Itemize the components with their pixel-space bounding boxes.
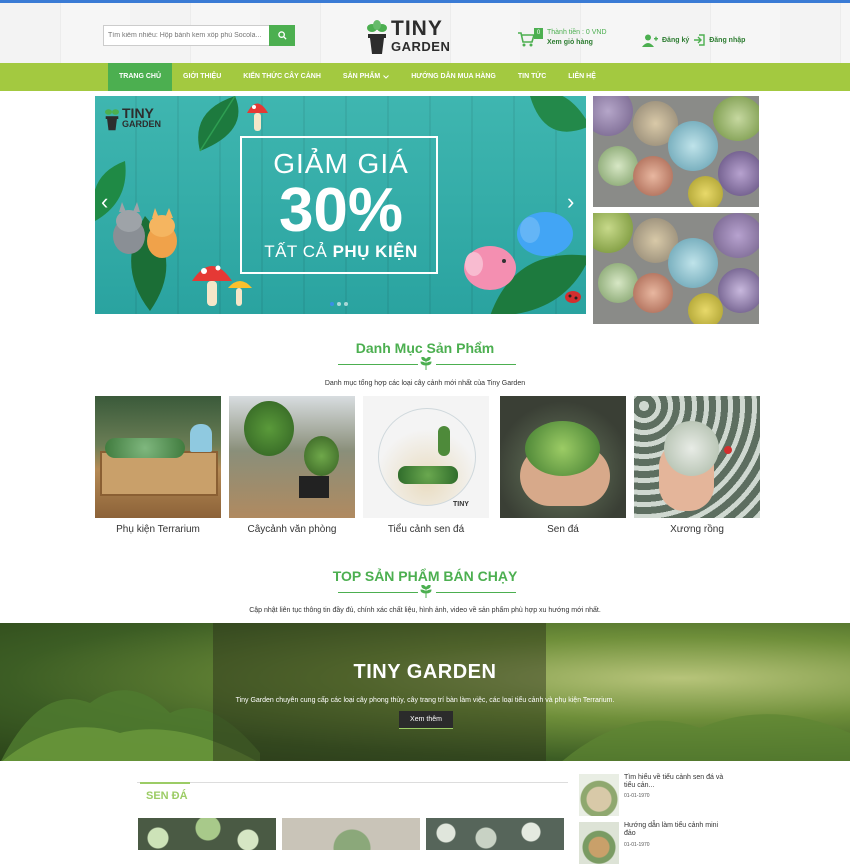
top-products-subtitle: Cập nhật liên tục thông tin đầy đủ, chín… [249, 607, 601, 614]
banner-subline: TẤT CẢ PHỤ KIỆN [242, 242, 440, 262]
banner-subline-b: PHỤ KIỆN [332, 242, 418, 261]
mushroom-illustration [247, 103, 268, 131]
news-item[interactable]: Tìm hiểu về tiểu cảnh sen đá và tiểu cản… [579, 774, 729, 818]
category-label: Sen đá [547, 524, 579, 535]
nav-items: TRANG CHỦ GIỚI THIỆU KIẾN THỨC CÂY CẢNH … [108, 63, 607, 91]
category-card[interactable]: Sen đá [500, 396, 626, 535]
read-more-button[interactable]: Xem thêm [399, 711, 453, 729]
add-user-icon [642, 34, 658, 47]
search-input[interactable] [104, 26, 271, 45]
leaf-icon [420, 585, 432, 598]
register-link[interactable]: Đăng ký [662, 37, 689, 44]
slider-next-arrow[interactable]: › [567, 191, 574, 213]
news-date: 01-01-1970 [624, 842, 650, 848]
category-image [500, 396, 626, 518]
side-banner-top[interactable] [593, 96, 759, 207]
plant-pot-icon [367, 20, 387, 54]
logo-text: TINY GARDEN [391, 18, 450, 53]
category-image: TINY [363, 396, 489, 518]
section-divider [0, 357, 850, 371]
cart-total: Thành tiền : 0 VND [547, 29, 607, 36]
product-thumbnail[interactable] [426, 818, 564, 850]
banner-logo-line-2: GARDEN [122, 119, 162, 129]
leaf-icon [420, 357, 432, 370]
product-thumbnail[interactable] [138, 818, 276, 850]
account-links: Đăng ký Đăng nhập [642, 32, 745, 48]
news-title[interactable]: Tìm hiểu về tiểu cảnh sen đá và tiểu cản… [624, 774, 724, 790]
search-button[interactable] [269, 25, 295, 46]
cat-toy-illustration [113, 202, 177, 258]
search-icon [277, 31, 287, 40]
category-card[interactable]: TINY Tiểu cảnh sen đá [363, 396, 489, 535]
category-label: Xương rồng [670, 524, 724, 535]
category-image [95, 396, 221, 518]
slider-prev-arrow[interactable]: ‹ [101, 191, 108, 213]
main-nav: TRANG CHỦ GIỚI THIỆU KIẾN THỨC CÂY CẢNH … [0, 63, 850, 91]
sign-in-icon [694, 34, 705, 46]
hero-title: TINY GARDEN [353, 661, 497, 683]
slider-dot[interactable] [337, 302, 341, 306]
nav-item-products[interactable]: SẢN PHẨM [332, 63, 400, 91]
news-thumbnail [579, 774, 619, 816]
categories-subtitle: Danh mục tổng hợp các loại cây cảnh mới … [324, 380, 526, 387]
banner-promo-frame: GIẢM GIÁ 30% TẤT CẢ PHỤ KIỆN [240, 136, 438, 274]
news-item[interactable]: Hướng dẫn làm tiểu cảnh mini đảo 01-01-1… [579, 822, 729, 866]
category-label: Phụ kiện Terrarium [116, 524, 200, 535]
nav-item-about[interactable]: GIỚI THIỆU [172, 63, 232, 91]
news-date: 01-01-1970 [624, 793, 650, 799]
category-card[interactable]: Xương rồng [634, 396, 760, 535]
nav-item-news[interactable]: TIN TỨC [507, 63, 557, 91]
foliage-decoration [562, 714, 850, 761]
tab-active-indicator [140, 782, 190, 784]
cart-widget[interactable]: 0 Thành tiền : 0 VND Xem giỏ hàng [517, 28, 627, 52]
slider-dot[interactable] [344, 302, 348, 306]
side-banner-bottom[interactable] [593, 213, 759, 324]
about-hero: TINY GARDEN Tiny Garden chuyên cung cấp … [0, 623, 850, 761]
leaf-decoration [530, 96, 586, 132]
logo-line-1: TINY [391, 17, 443, 40]
category-card[interactable]: Câycảnh văn phòng [229, 396, 355, 535]
categories-title: Danh Mục Sản Phẩm [355, 340, 495, 356]
banner-discount: 30% [278, 176, 404, 245]
hero-overlay [213, 623, 546, 761]
ladybug-illustration [565, 291, 581, 303]
plant-pot-icon [105, 109, 119, 131]
hero-description: Tiny Garden chuyên cung cấp các loại cây… [235, 697, 615, 704]
category-label: Câycảnh văn phòng [247, 524, 337, 535]
nav-item-knowledge[interactable]: KIẾN THỨC CÂY CẢNH [232, 63, 332, 91]
top-products-title: TOP SẢN PHẨM BÁN CHẠY [332, 568, 518, 584]
cart-count-badge: 0 [534, 28, 543, 39]
promo-banner[interactable]: TINY GARDEN GIẢM GIÁ 30% TẤT CẢ PHỤ KIỆN… [95, 96, 586, 314]
category-label: Tiểu cảnh sen đá [387, 524, 465, 535]
banner-logo-line-1: TINY [122, 105, 154, 121]
news-thumbnail [579, 822, 619, 864]
tab-divider [137, 782, 568, 783]
slider-dot[interactable] [330, 302, 334, 306]
logo-line-2: GARDEN [391, 39, 451, 54]
cart-icon [518, 32, 535, 47]
tab-sen-da[interactable]: SEN ĐÁ [146, 790, 188, 802]
slider-dots [330, 302, 348, 306]
login-link[interactable]: Đăng nhập [709, 37, 745, 44]
nav-item-products-label: SẢN PHẨM [342, 73, 381, 80]
product-thumbnail[interactable] [282, 818, 420, 850]
view-cart-link[interactable]: Xem giỏ hàng [547, 39, 593, 46]
nav-item-home[interactable]: TRANG CHỦ [108, 63, 172, 91]
nav-item-contact[interactable]: LIÊN HỆ [557, 63, 607, 91]
category-card[interactable]: Phụ kiện Terrarium [95, 396, 221, 535]
category-image [634, 396, 760, 518]
nav-item-buying-guide[interactable]: HƯỚNG DẪN MUA HÀNG [400, 63, 507, 91]
news-title[interactable]: Hướng dẫn làm tiểu cảnh mini đảo [624, 822, 724, 838]
site-header: TINY GARDEN 0 Thành tiền : 0 VND Xem giỏ… [0, 3, 850, 63]
search-box [103, 25, 295, 46]
category-image [229, 396, 355, 518]
elephant-toy-illustration [464, 212, 573, 290]
chevron-down-icon [383, 75, 390, 79]
banner-subline-a: TẤT CẢ [264, 242, 333, 261]
site-logo[interactable]: TINY GARDEN [365, 18, 450, 60]
section-divider [0, 585, 850, 599]
